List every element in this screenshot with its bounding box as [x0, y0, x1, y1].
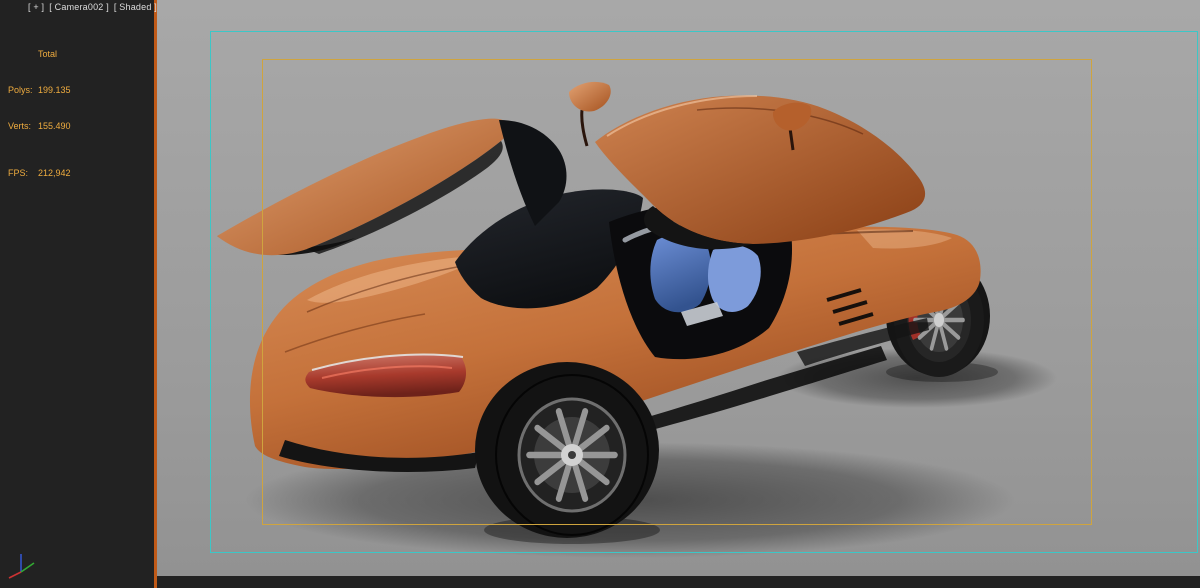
viewport-label: [ + ] [ Camera002 ] [ Shaded ]: [28, 2, 157, 12]
stats-fps-value: 212,942: [38, 168, 71, 178]
stats-fps-label: FPS:: [8, 168, 29, 178]
stats-verts-label: Verts:: [8, 121, 32, 131]
car-render[interactable]: [157, 0, 1200, 576]
left-mirror: [569, 81, 611, 112]
camera-viewport[interactable]: [157, 0, 1200, 576]
stats-polys-value: 199.135: [38, 85, 71, 95]
viewport-active-border: [154, 0, 157, 588]
viewport-shading-menu[interactable]: [ Shaded ]: [114, 2, 157, 12]
rear-left-wheel: [475, 362, 659, 538]
viewport-pov-menu[interactable]: [ Camera002 ]: [49, 2, 109, 12]
stats-polys-label: Polys:: [8, 85, 33, 95]
viewport-general-menu[interactable]: [ + ]: [28, 2, 44, 12]
world-axis-icon: [8, 554, 35, 579]
max-application-window: [ + ] [ Camera002 ] [ Shaded ] Total Pol…: [0, 0, 1200, 588]
viewport-statistics: Total Polys: 199.135 Verts: 155.490 FPS:…: [8, 24, 71, 203]
stats-verts-value: 155.490: [38, 121, 71, 131]
stats-total-label: Total: [38, 49, 58, 59]
